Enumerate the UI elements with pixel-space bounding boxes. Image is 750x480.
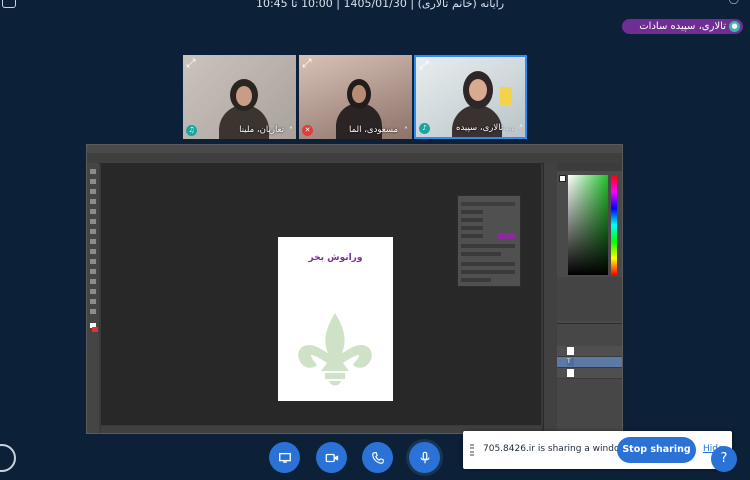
layer-row: T	[557, 357, 622, 368]
shared-screen: ورانوش بخر T	[86, 144, 623, 434]
document-page: ورانوش بخر	[278, 237, 393, 401]
right-panels: T	[557, 163, 622, 433]
help-button[interactable]: ?	[711, 446, 737, 472]
properties-panel	[457, 195, 521, 287]
expand-icon[interactable]: ⤢	[419, 59, 429, 71]
muted-microphone-icon: ✕	[302, 125, 313, 136]
color-panel-header	[557, 163, 622, 171]
window-icon[interactable]	[2, 0, 16, 8]
layer-row	[557, 368, 622, 379]
phone-button[interactable]	[362, 442, 393, 473]
app-menu-bar	[87, 145, 622, 153]
expand-icon[interactable]: ⤢	[302, 57, 312, 69]
canvas-area: ورانوش بخر	[101, 163, 541, 425]
chevron-up-icon[interactable]: ˄	[519, 124, 523, 133]
video-tile-participant-3[interactable]: ⤢ ♪ ˄ تالاری، سپیده ...	[414, 55, 527, 139]
video-tile-participant-2[interactable]: ⤢ ✕ ˄ مسعودی، الما	[299, 55, 412, 139]
adjustments-panel	[557, 277, 622, 321]
hue-slider	[611, 175, 617, 275]
fleur-de-lis-ornament	[298, 313, 372, 386]
video-button[interactable]	[316, 442, 347, 473]
foreground-color-swatch	[559, 175, 566, 182]
document-title: ورانوش بخر	[308, 253, 363, 263]
active-speaker-badge: تالاری، سپیده سادات ●	[622, 19, 743, 34]
layer-row	[557, 346, 622, 357]
video-tile-participant-1[interactable]: ⤢ ♫ ˄ تعاریان، ملینا	[183, 55, 296, 139]
phone-icon	[371, 451, 384, 464]
tools-panel	[87, 163, 99, 433]
expand-icon[interactable]: ⤢	[186, 57, 196, 69]
chevron-up-icon[interactable]: ˄	[404, 126, 408, 135]
participants-icon[interactable]: ⚇	[728, 0, 742, 8]
speaking-icon: ♪	[419, 123, 430, 134]
participant-name: تالاری، سپیده ...	[456, 123, 514, 133]
layers-panel: T	[557, 323, 622, 433]
chevron-up-icon[interactable]: ˄	[289, 126, 293, 135]
panel-dock	[543, 163, 558, 433]
participant-name: مسعودی، الما	[349, 125, 398, 135]
meeting-title: رایانه (خانم تالاری) | 1405/01/30 | 10:0…	[255, 0, 505, 10]
microphone-button[interactable]	[409, 442, 440, 473]
drag-handle-icon[interactable]	[470, 444, 474, 456]
camera-icon	[325, 453, 338, 462]
background-object	[500, 87, 512, 105]
share-screen-button[interactable]	[269, 442, 300, 473]
microphone-icon: ●	[729, 21, 740, 32]
microphone-icon	[419, 451, 430, 463]
stop-sharing-button[interactable]: Stop sharing	[617, 437, 696, 463]
sharing-message: 705.8426.ir is sharing a window.	[483, 444, 629, 454]
headset-icon: ♫	[186, 125, 197, 136]
color-swatch	[498, 233, 516, 239]
leave-meeting-icon[interactable]	[0, 444, 16, 472]
color-picker-field	[568, 175, 608, 275]
active-speaker-name: تالاری، سپیده سادات	[639, 21, 726, 32]
monitor-icon	[278, 452, 291, 463]
participant-name: تعاریان، ملینا	[239, 125, 284, 135]
sharing-notification-bar: 705.8426.ir is sharing a window. Stop sh…	[463, 431, 732, 469]
